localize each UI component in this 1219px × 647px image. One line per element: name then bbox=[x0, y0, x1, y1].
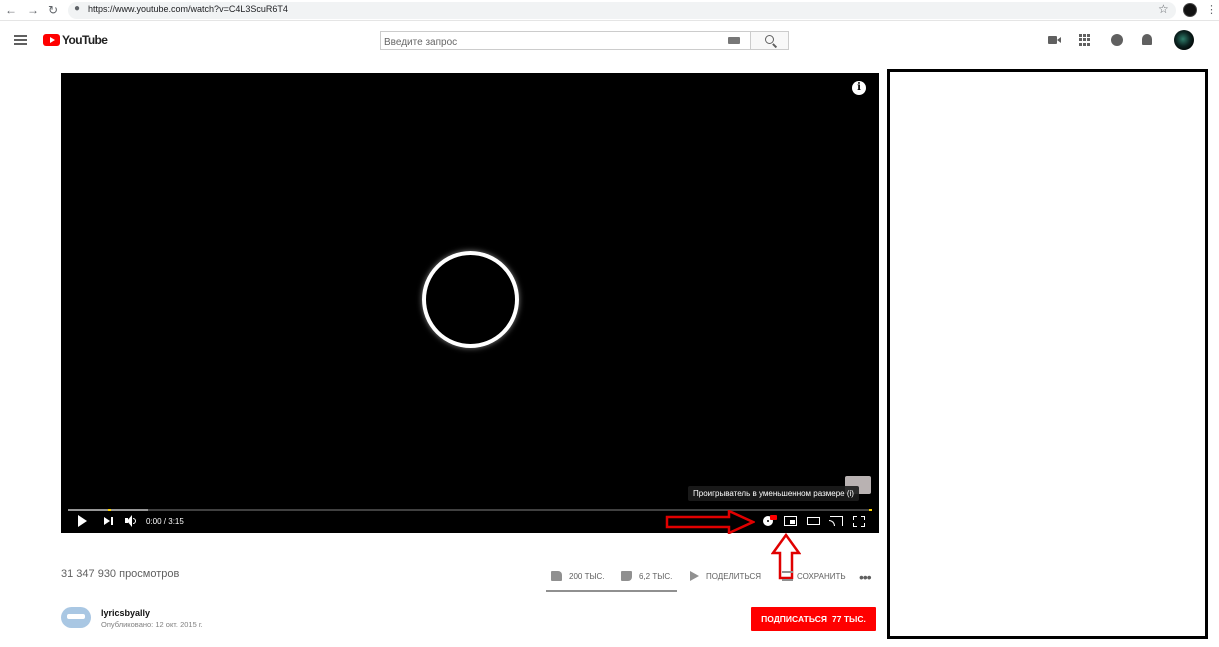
channel-avatar[interactable] bbox=[61, 607, 91, 628]
subscribe-button[interactable]: ПОДПИСАТЬСЯ 77 ТЫС. bbox=[751, 607, 876, 631]
search-icon bbox=[765, 35, 774, 44]
more-actions-icon[interactable]: ••• bbox=[859, 569, 872, 585]
youtube-play-icon bbox=[43, 34, 60, 46]
video-player[interactable]: i Проигрыватель в уменьшенном размере (i… bbox=[61, 73, 879, 533]
url-text: https://www.youtube.com/watch?v=C4L3ScuR… bbox=[88, 4, 288, 14]
back-icon[interactable]: ← bbox=[4, 3, 18, 17]
sidebar-panel bbox=[887, 69, 1208, 639]
youtube-header: YouTube bbox=[0, 22, 1219, 60]
share-button[interactable]: ПОДЕЛИТЬСЯ bbox=[690, 568, 761, 584]
search-button[interactable] bbox=[750, 31, 789, 50]
fullscreen-icon[interactable] bbox=[853, 514, 865, 528]
reload-icon[interactable]: ↻ bbox=[46, 3, 60, 17]
cast-icon[interactable] bbox=[829, 514, 843, 528]
messages-icon[interactable] bbox=[1111, 34, 1124, 46]
lock-icon: ● bbox=[74, 3, 81, 14]
save-label: СОХРАНИТЬ bbox=[797, 571, 846, 581]
miniplayer-icon[interactable] bbox=[784, 514, 798, 528]
play-icon[interactable] bbox=[78, 515, 88, 527]
search-box bbox=[380, 31, 750, 51]
thumb-down-icon bbox=[621, 571, 632, 581]
subscribe-label: ПОДПИСАТЬСЯ bbox=[761, 614, 828, 624]
channel-name[interactable]: lyricsbyally bbox=[101, 608, 150, 618]
save-button[interactable]: СОХРАНИТЬ bbox=[782, 568, 846, 584]
notifications-icon[interactable] bbox=[1141, 34, 1154, 46]
create-video-icon[interactable] bbox=[1048, 34, 1061, 46]
save-icon bbox=[782, 571, 793, 581]
logo-text: YouTube bbox=[62, 33, 108, 47]
browser-profile-avatar[interactable] bbox=[1183, 3, 1197, 17]
settings-icon[interactable] bbox=[762, 514, 777, 528]
share-label: ПОДЕЛИТЬСЯ bbox=[706, 571, 762, 581]
address-bar[interactable]: ● https://www.youtube.com/watch?v=C4L3Sc… bbox=[68, 2, 1176, 19]
apps-icon[interactable] bbox=[1079, 34, 1092, 46]
browser-toolbar: ← → ↻ ● https://www.youtube.com/watch?v=… bbox=[0, 0, 1219, 21]
volume-icon[interactable] bbox=[125, 514, 137, 528]
forward-icon[interactable]: → bbox=[26, 3, 40, 17]
star-icon[interactable]: ☆ bbox=[1158, 2, 1169, 16]
menu-icon[interactable] bbox=[14, 35, 27, 45]
sentiment-bar bbox=[546, 590, 677, 592]
view-count: 31 347 930 просмотров bbox=[61, 568, 180, 580]
miniplayer-tooltip: Проигрыватель в уменьшенном размере (i) bbox=[688, 486, 859, 501]
time-display: 0:00 / 3:15 bbox=[146, 517, 184, 526]
youtube-logo[interactable]: YouTube bbox=[43, 33, 108, 47]
dislike-button[interactable]: 6,2 ТЫС. bbox=[621, 568, 672, 584]
ad-marker bbox=[869, 509, 872, 511]
publish-date: Опубликовано: 12 окт. 2015 г. bbox=[101, 620, 203, 629]
loading-spinner bbox=[422, 251, 519, 348]
dislike-count: 6,2 ТЫС. bbox=[639, 571, 673, 581]
browser-menu-icon[interactable]: ⋮ bbox=[1206, 3, 1217, 16]
subscriber-count: 77 ТЫС. bbox=[832, 614, 866, 624]
share-icon bbox=[690, 571, 699, 581]
like-count: 200 ТЫС. bbox=[569, 571, 605, 581]
annotation-arrow-right bbox=[665, 510, 755, 534]
theater-icon[interactable] bbox=[807, 514, 820, 528]
info-icon[interactable]: i bbox=[852, 81, 866, 95]
thumb-up-icon bbox=[551, 571, 562, 581]
search-input[interactable] bbox=[381, 34, 711, 51]
like-button[interactable]: 200 ТЫС. bbox=[551, 568, 605, 584]
ad-marker bbox=[108, 509, 111, 511]
next-icon[interactable] bbox=[104, 514, 114, 528]
user-avatar[interactable] bbox=[1174, 30, 1194, 50]
keyboard-icon[interactable] bbox=[728, 37, 740, 44]
